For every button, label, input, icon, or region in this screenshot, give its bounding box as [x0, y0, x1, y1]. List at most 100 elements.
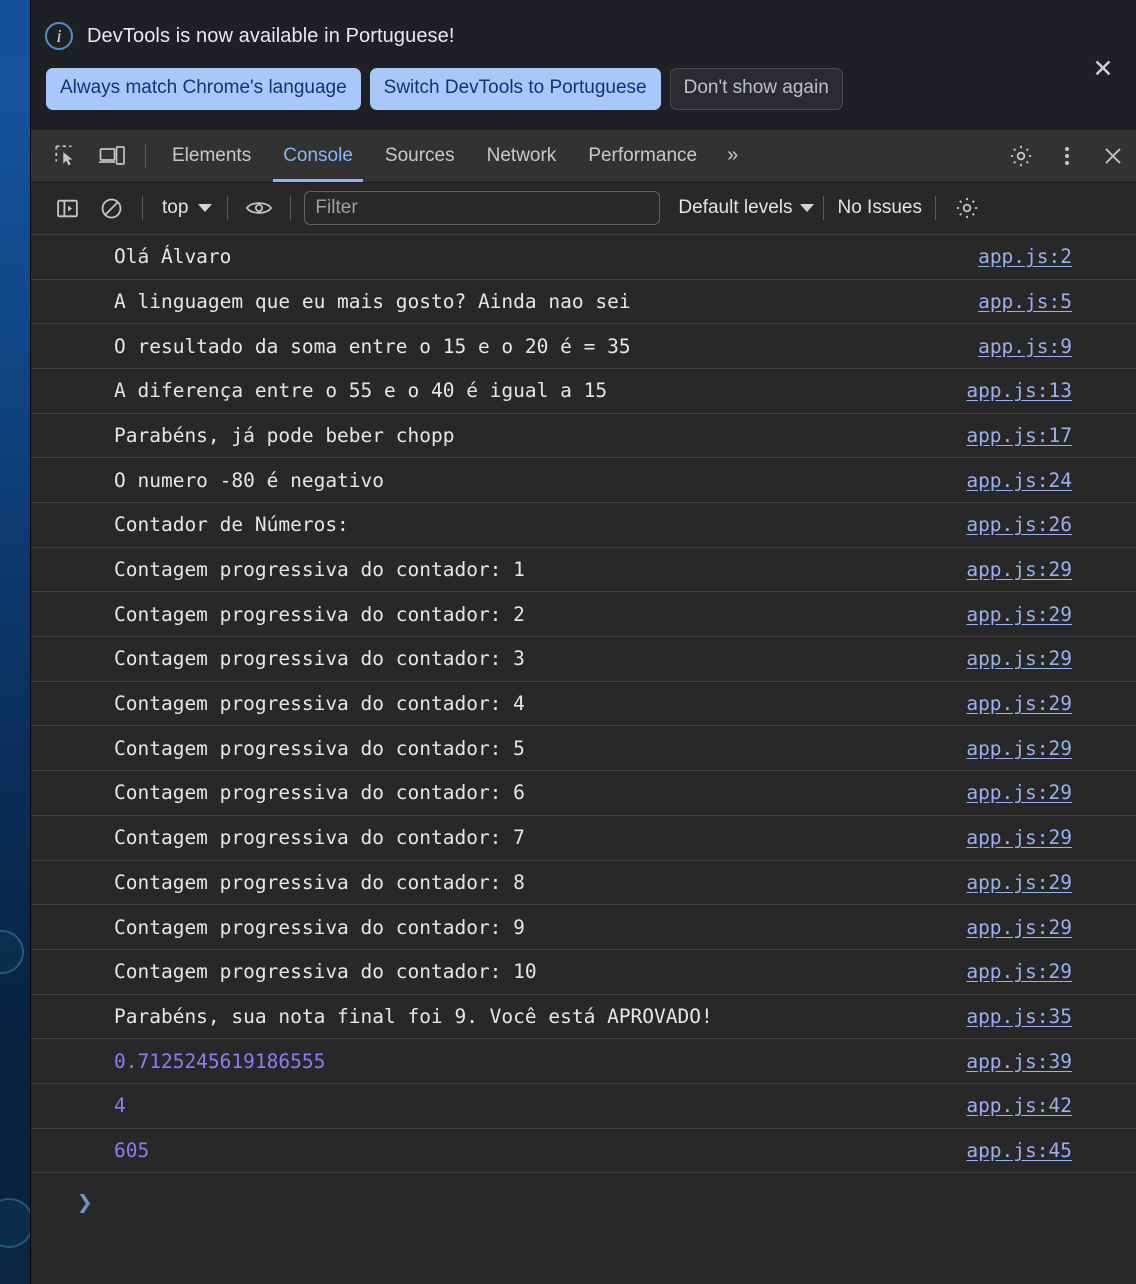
devtools-screenshot: i DevTools is now available in Portugues…	[0, 0, 1136, 1284]
console-message-source-link[interactable]: app.js:29	[966, 692, 1072, 715]
dont-show-again-button[interactable]: Don't show again	[669, 68, 843, 110]
console-sidebar-icon[interactable]	[45, 183, 89, 234]
console-message-row[interactable]: Contagem progressiva do contador: 4 app.j…	[31, 682, 1136, 727]
console-message-row[interactable]: O resultado da soma entre o 15 e o 20 é …	[31, 324, 1136, 369]
log-levels-value: Default levels	[678, 197, 793, 219]
console-message-row[interactable]: Contagem progressiva do contador: 7 app.j…	[31, 816, 1136, 861]
live-expression-eye-icon[interactable]	[237, 183, 281, 234]
console-message-source-link[interactable]: app.js:29	[966, 603, 1072, 626]
prompt-caret-icon: ❯	[77, 1188, 93, 1219]
close-banner-icon[interactable]: ✕	[1088, 54, 1118, 84]
console-message-text: Contagem progressiva do contador: 9	[114, 915, 525, 939]
inspect-element-icon[interactable]	[43, 130, 89, 182]
tab-label: Console	[283, 144, 353, 166]
console-message-source-link[interactable]: app.js:39	[966, 1050, 1072, 1073]
console-message-source-link[interactable]: app.js:17	[966, 424, 1072, 447]
console-message-source-link[interactable]: app.js:29	[966, 916, 1072, 939]
console-message-text: A diferença entre o 55 e o 40 é igual a …	[114, 379, 608, 403]
device-toolbar-icon[interactable]	[89, 130, 135, 182]
switch-devtools-to-portuguese-button[interactable]: Switch DevTools to Portuguese	[369, 68, 661, 110]
page-content-stripe	[0, 0, 30, 1284]
filter-input[interactable]	[304, 191, 661, 226]
gear-icon[interactable]	[998, 130, 1044, 182]
toolbar-divider	[934, 196, 936, 221]
console-message-text: A linguagem que eu mais gosto? Ainda nao…	[114, 289, 631, 313]
console-message-row[interactable]: Contagem progressiva do contador: 1 app.j…	[31, 548, 1136, 593]
console-message-row[interactable]: Parabéns, já pode beber chopp app.js:17	[31, 414, 1136, 459]
console-message-row[interactable]: Contagem progressiva do contador: 5 app.j…	[31, 726, 1136, 772]
console-message-row[interactable]: Contador de Números: app.js:26	[31, 503, 1136, 548]
console-message-row[interactable]: Olá Álvaro app.js:2	[31, 235, 1136, 280]
tabbar-right-actions	[977, 130, 1136, 182]
console-message-text: Contagem progressiva do contador: 4	[114, 692, 525, 716]
console-message-source-link[interactable]: app.js:29	[966, 558, 1072, 581]
always-match-chrome-language-button[interactable]: Always match Chrome's language	[46, 68, 361, 110]
issues-counter[interactable]: No Issues	[833, 197, 925, 219]
console-message-row[interactable]: A diferença entre o 55 e o 40 é igual a …	[31, 369, 1136, 414]
console-message-source-link[interactable]: app.js:13	[966, 379, 1072, 402]
console-message-text: Parabéns, já pode beber chopp	[114, 423, 455, 447]
console-message-source-link[interactable]: app.js:29	[966, 871, 1072, 894]
tab-sources[interactable]: Sources	[369, 130, 471, 182]
console-message-source-link[interactable]: app.js:35	[966, 1005, 1072, 1028]
console-prompt-row[interactable]: ❯	[31, 1173, 1136, 1233]
console-message-source-link[interactable]: app.js:5	[978, 290, 1072, 313]
console-message-source-link[interactable]: app.js:45	[966, 1139, 1072, 1162]
close-devtools-icon[interactable]	[1090, 130, 1136, 182]
three-dot-menu-icon[interactable]	[1044, 130, 1090, 182]
tab-console[interactable]: Console	[267, 130, 369, 182]
console-messages: Olá Álvaro app.js:2 A linguagem que eu mai…	[31, 235, 1136, 1174]
console-message-source-link[interactable]: app.js:29	[966, 960, 1072, 983]
clear-console-icon[interactable]	[89, 183, 133, 234]
console-message-row[interactable]: 0.7125245619186555 app.js:39	[31, 1039, 1136, 1084]
tab-label: Performance	[588, 144, 698, 166]
banner-actions: Always match Chrome's language Switch De…	[46, 68, 1114, 110]
console-message-row[interactable]: Parabéns, sua nota final foi 9. Você est…	[31, 995, 1136, 1040]
tabbar-spacer	[749, 130, 977, 182]
toolbar-divider	[227, 196, 229, 221]
tab-elements[interactable]: Elements	[156, 130, 267, 182]
console-message-row[interactable]: Contagem progressiva do contador: 3 app.j…	[31, 637, 1136, 682]
more-tabs-chevron-icon[interactable]: »	[713, 130, 749, 182]
log-levels-select[interactable]: Default levels	[678, 197, 815, 219]
console-message-text: Contagem progressiva do contador: 10	[114, 960, 537, 984]
console-message-row[interactable]: Contagem progressiva do contador: 10 app.…	[31, 950, 1136, 995]
console-message-source-link[interactable]: app.js:29	[966, 647, 1072, 670]
console-message-source-link[interactable]: app.js:29	[966, 781, 1072, 804]
console-message-text: Parabéns, sua nota final foi 9. Você est…	[114, 1004, 713, 1028]
console-message-source-link[interactable]: app.js:9	[978, 335, 1072, 358]
execution-context-select[interactable]: top	[152, 197, 218, 219]
tab-network[interactable]: Network	[471, 130, 573, 182]
console-message-source-link[interactable]: app.js:29	[966, 826, 1072, 849]
toolbar-divider	[823, 196, 825, 221]
execution-context-value: top	[162, 197, 189, 219]
decorative-blob	[0, 1198, 30, 1248]
tab-label: Network	[486, 144, 557, 166]
console-message-row[interactable]: Contagem progressiva do contador: 9 app.j…	[31, 905, 1136, 950]
console-message-text: Olá Álvaro	[114, 245, 232, 269]
console-message-text: 4	[114, 1094, 126, 1118]
console-message-text: O numero -80 é negativo	[114, 468, 385, 492]
console-message-row[interactable]: A linguagem que eu mais gosto? Ainda nao…	[31, 280, 1136, 325]
devtools-tabbar: Elements Console Sources Network Perform…	[31, 129, 1136, 183]
console-message-row[interactable]: Contagem progressiva do contador: 6 app.j…	[31, 771, 1136, 816]
console-message-row[interactable]: Contagem progressiva do contador: 8 app.j…	[31, 861, 1136, 906]
console-message-source-link[interactable]: app.js:26	[966, 513, 1072, 536]
console-message-row[interactable]: Contagem progressiva do contador: 2 app.j…	[31, 592, 1136, 638]
console-message-row[interactable]: 4 app.js:42	[31, 1084, 1136, 1129]
console-message-text: Contagem progressiva do contador: 5	[114, 736, 525, 760]
tab-label: Sources	[384, 144, 455, 166]
console-message-text: Contagem progressiva do contador: 1	[114, 558, 525, 582]
tabbar-divider	[145, 143, 146, 168]
decorative-blob	[0, 930, 24, 974]
console-message-source-link[interactable]: app.js:2	[978, 245, 1072, 268]
console-message-source-link[interactable]: app.js:24	[966, 469, 1072, 492]
console-message-list[interactable]: Olá Álvaro app.js:2 A linguagem que eu mai…	[31, 234, 1136, 1284]
console-message-source-link[interactable]: app.js:42	[966, 1094, 1072, 1117]
console-message-row[interactable]: 605 app.js:45	[31, 1129, 1136, 1174]
console-settings-gear-icon[interactable]	[945, 183, 989, 234]
tab-label: Elements	[172, 144, 252, 166]
tab-performance[interactable]: Performance	[572, 130, 713, 182]
console-message-source-link[interactable]: app.js:29	[966, 737, 1072, 760]
console-message-row[interactable]: O numero -80 é negativo app.js:24	[31, 458, 1136, 504]
